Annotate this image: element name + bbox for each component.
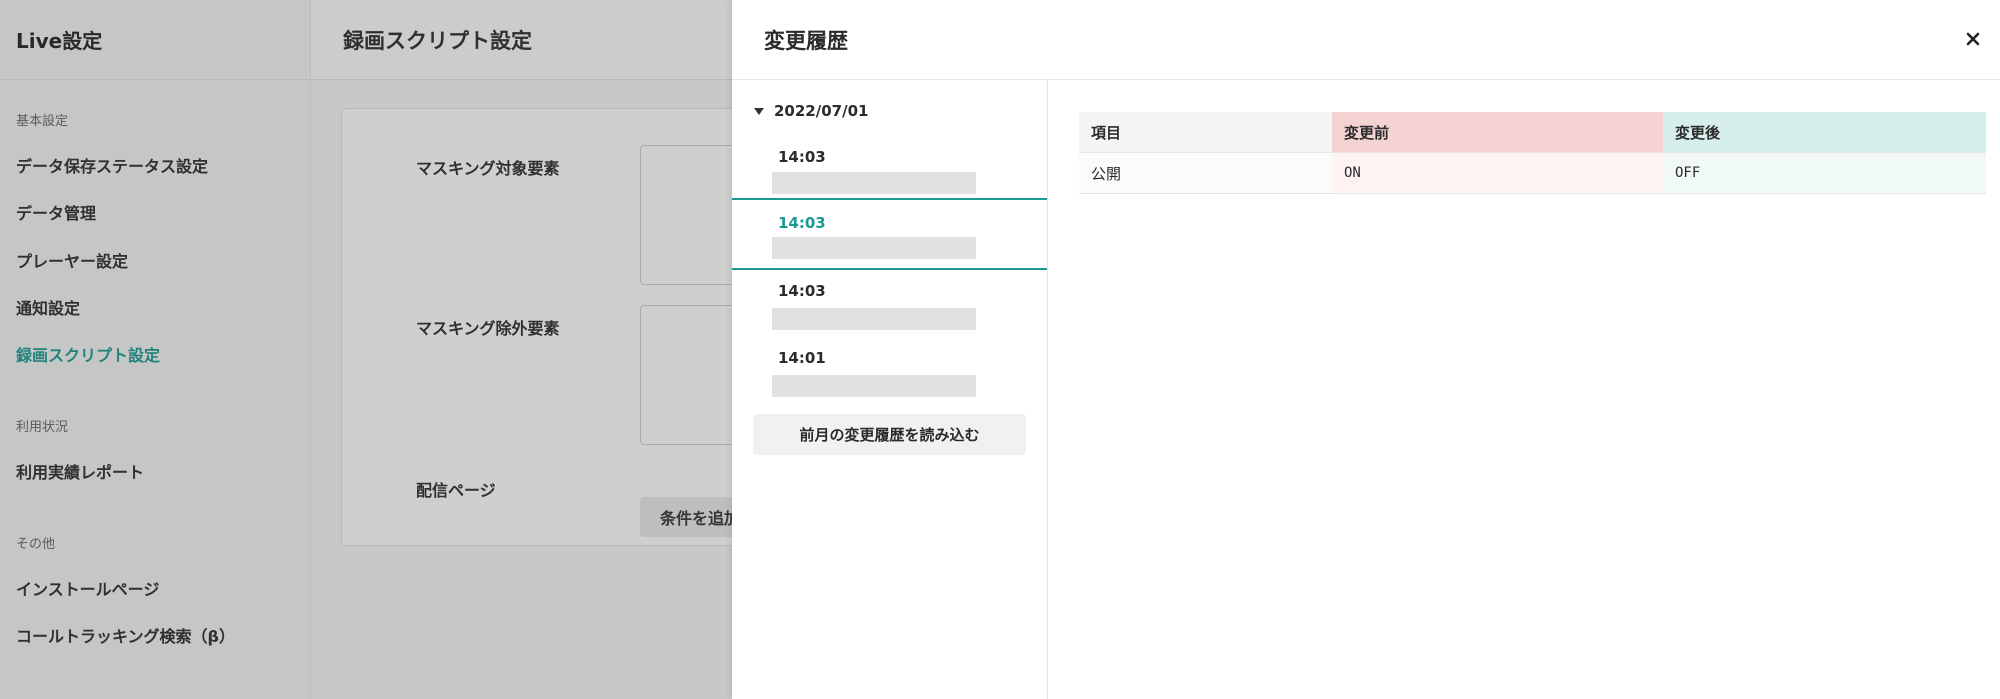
history-description-placeholder [772, 237, 976, 259]
history-item[interactable]: 14:01 [732, 339, 1047, 405]
cell-item: 公開 [1079, 152, 1332, 194]
load-previous-month-button[interactable]: 前月の変更履歴を読み込む [753, 414, 1026, 455]
history-description-placeholder [772, 375, 976, 397]
history-description-placeholder [772, 308, 976, 330]
table-row: 公開 ON OFF [1079, 152, 1986, 194]
history-list: 2022/07/01 14:03 14:03 14:03 14:01 前月の変更… [732, 80, 1048, 699]
date-group-toggle[interactable]: 2022/07/01 [754, 102, 868, 120]
change-history-drawer: 変更履歴 2022/07/01 14:03 14:03 14:03 14:01 [732, 0, 2000, 699]
drawer-title: 変更履歴 [764, 28, 848, 53]
header-before: 変更前 [1332, 112, 1663, 153]
history-time: 14:03 [778, 282, 826, 300]
header-item: 項目 [1079, 112, 1332, 153]
history-time: 14:01 [778, 349, 826, 367]
history-item[interactable]: 14:03 [732, 138, 1047, 204]
caret-down-icon [754, 107, 764, 115]
history-time: 14:03 [778, 148, 826, 166]
history-item-selected[interactable]: 14:03 [732, 198, 1047, 270]
history-description-placeholder [772, 172, 976, 194]
history-time: 14:03 [778, 214, 826, 232]
cell-after: OFF [1663, 152, 1986, 194]
cell-before: ON [1332, 152, 1663, 194]
date-group-label: 2022/07/01 [774, 102, 869, 120]
header-after: 変更後 [1663, 112, 1986, 153]
close-button[interactable] [1960, 26, 1986, 52]
history-item[interactable]: 14:03 [732, 272, 1047, 338]
close-icon [1966, 32, 1980, 46]
drawer-header: 変更履歴 [732, 0, 2000, 80]
table-header-row: 項目 変更前 変更後 [1079, 112, 1986, 153]
diff-table: 項目 変更前 変更後 公開 ON OFF [1079, 112, 1986, 194]
